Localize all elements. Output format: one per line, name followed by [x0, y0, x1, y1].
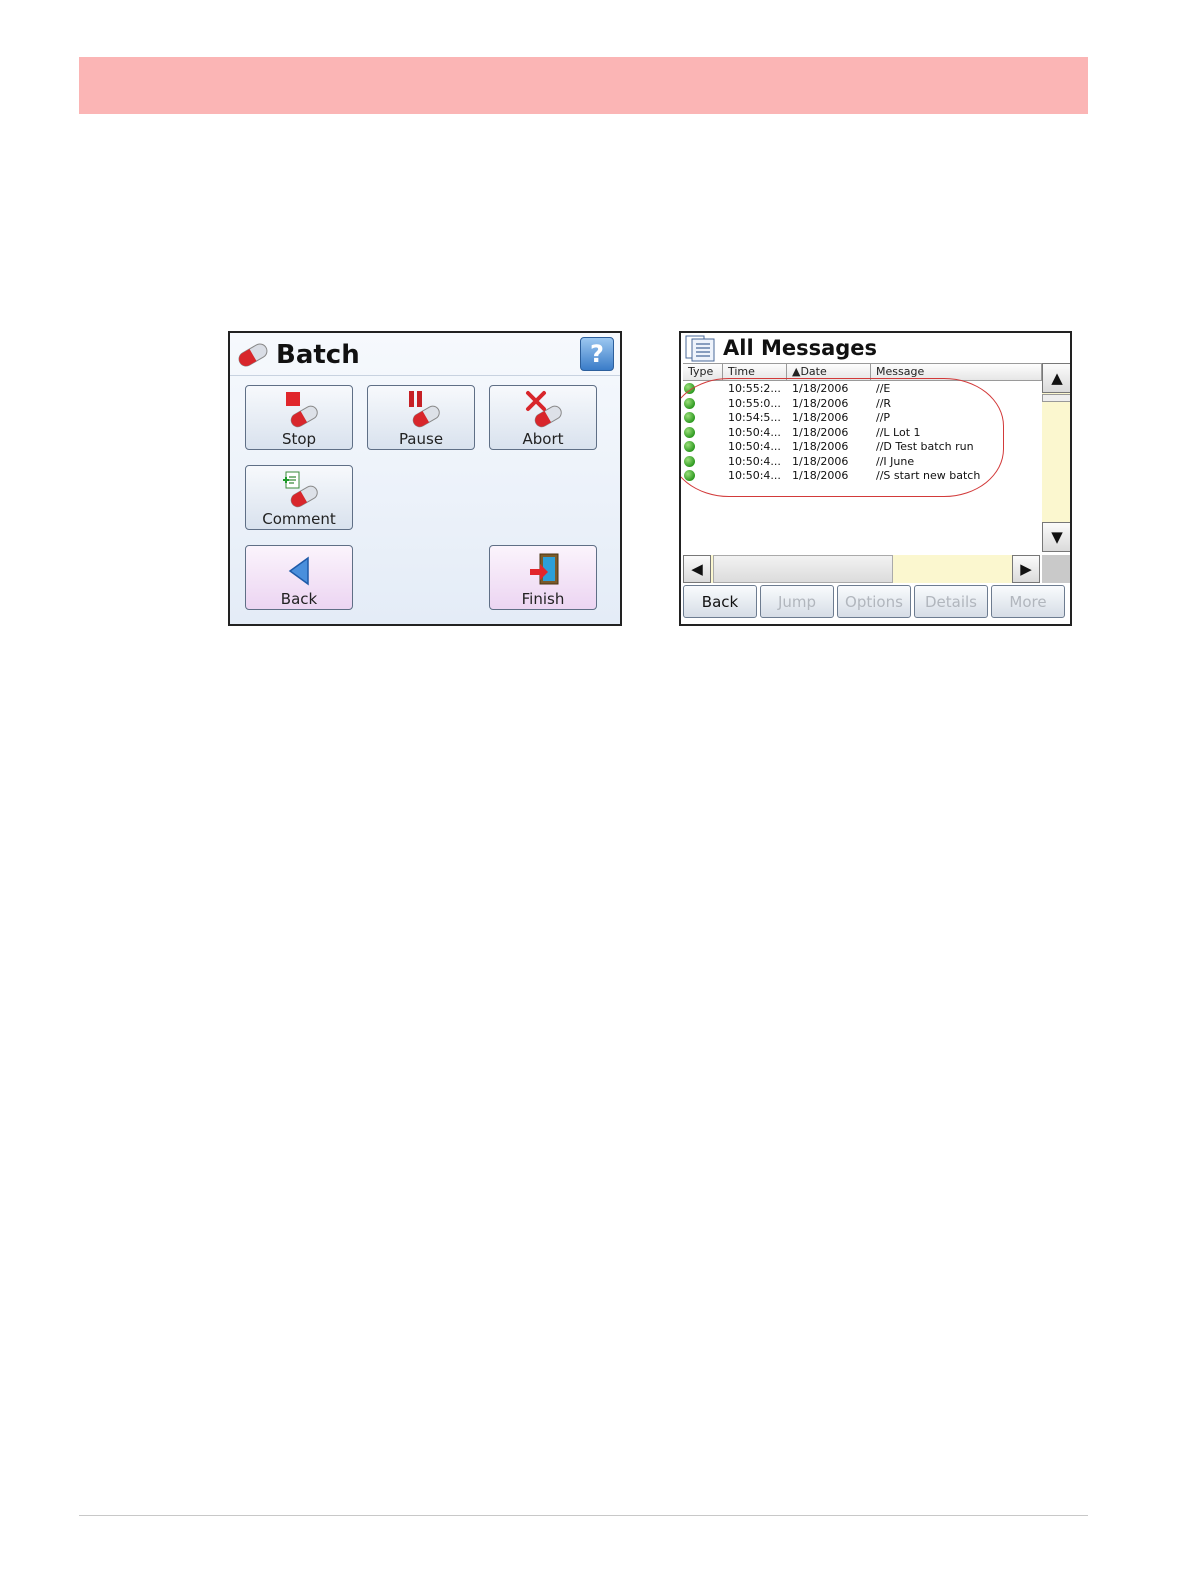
more-label: More — [1009, 592, 1047, 611]
options-button[interactable]: Options — [837, 585, 911, 618]
messages-list-icon — [685, 335, 715, 362]
pause-icon — [409, 391, 440, 428]
scroll-corner — [1042, 555, 1070, 583]
scroll-up-icon: ▲ — [1051, 369, 1063, 387]
title-divider — [230, 375, 620, 376]
messages-screen: All Messages Type Time ▲Date Message 10:… — [679, 331, 1072, 626]
footer-rule — [79, 1515, 1088, 1516]
scroll-down-icon: ▼ — [1051, 528, 1063, 546]
abort-button[interactable]: Abort — [489, 385, 597, 450]
back-toolbar-button[interactable]: Back — [683, 585, 757, 618]
stop-label: Stop — [281, 430, 317, 448]
comment-icon — [283, 471, 318, 508]
comment-label: Comment — [262, 510, 336, 528]
jump-label: Jump — [777, 592, 817, 611]
details-label: Details — [924, 592, 977, 611]
scroll-right-button[interactable]: ▶ — [1012, 555, 1040, 583]
column-message-label: Message — [876, 365, 925, 378]
batch-title: Batch — [276, 340, 360, 370]
details-button[interactable]: Details — [914, 585, 988, 618]
options-label: Options — [845, 592, 903, 611]
horizontal-scroll-thumb[interactable] — [713, 555, 893, 583]
finish-button[interactable]: Finish — [489, 545, 597, 610]
more-button[interactable]: More — [991, 585, 1065, 618]
scroll-left-icon: ◀ — [691, 560, 703, 578]
stop-button[interactable]: Stop — [245, 385, 353, 450]
column-time-label: Time — [728, 365, 755, 378]
stop-icon — [286, 392, 318, 428]
abort-label: Abort — [522, 430, 564, 448]
batch-screen: Batch ? Stop Pause Abort Comment Back Fi… — [228, 331, 622, 626]
header-band — [79, 57, 1088, 114]
abort-icon — [526, 391, 562, 428]
jump-button[interactable]: Jump — [760, 585, 834, 618]
pause-label: Pause — [398, 430, 444, 448]
back-arrow-icon — [288, 556, 309, 586]
back-label: Back — [280, 590, 318, 608]
messages-title-bar: All Messages — [683, 334, 877, 362]
pause-button[interactable]: Pause — [367, 385, 475, 450]
scroll-left-button[interactable]: ◀ — [683, 555, 711, 583]
scroll-down-button[interactable]: ▼ — [1042, 522, 1070, 552]
vertical-scroll-thumb[interactable] — [1042, 394, 1070, 402]
finish-door-icon — [530, 553, 559, 585]
scroll-up-button[interactable]: ▲ — [1042, 363, 1070, 393]
column-type-label: Type — [688, 365, 714, 378]
back-toolbar-label: Back — [701, 592, 739, 611]
batch-title-bar: Batch — [234, 337, 360, 373]
back-button[interactable]: Back — [245, 545, 353, 610]
messages-title: All Messages — [723, 336, 878, 360]
comment-button[interactable]: Comment — [245, 465, 353, 530]
scroll-right-icon: ▶ — [1020, 560, 1032, 578]
highlight-oval — [681, 378, 1004, 497]
column-date-label: ▲Date — [792, 365, 827, 378]
help-label: ? — [590, 340, 604, 368]
batch-pill-icon — [238, 343, 268, 367]
finish-label: Finish — [521, 590, 565, 608]
help-icon[interactable]: ? — [580, 337, 614, 371]
